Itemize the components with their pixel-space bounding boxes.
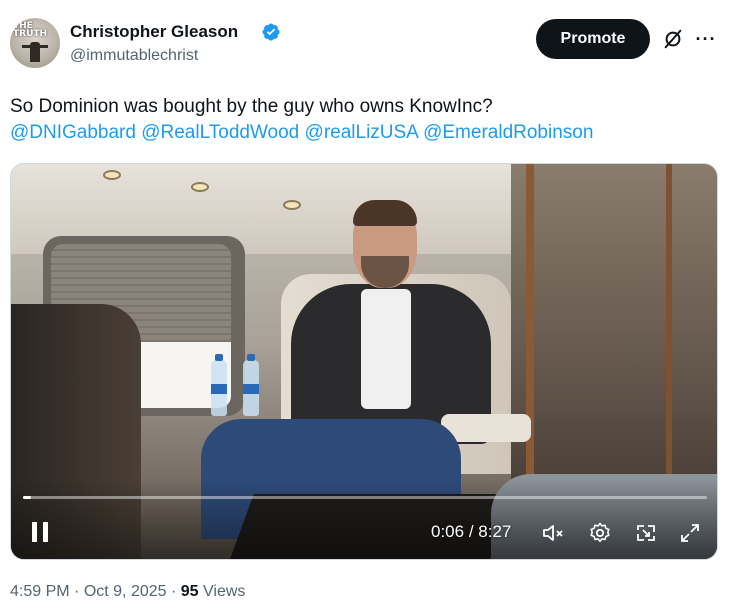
author-handle[interactable]: @immutablechrist [70,47,198,65]
video-elapsed: 0:06 [431,522,465,541]
mention-link[interactable]: @EmeraldRobinson [423,122,593,143]
video-controls-gradient [11,479,717,559]
video-frame-person-shirt [361,289,411,409]
meta-separator: · [69,583,84,600]
pause-icon[interactable] [29,520,51,544]
mute-icon[interactable] [541,521,565,545]
tweet-date[interactable]: Oct 9, 2025 [84,583,167,600]
avatar-logo: THE TRUTH [13,21,48,39]
tweet-text: So Dominion was bought by the guy who ow… [10,96,493,117]
pip-icon[interactable] [634,521,658,545]
cabin-light [191,182,209,192]
mention-link[interactable]: @realLizUSA [305,122,418,143]
author-name[interactable]: Christopher Gleason [70,22,238,42]
fullscreen-icon[interactable] [678,521,702,545]
avatar[interactable]: THE TRUTH [10,18,60,68]
cabin-light [283,200,301,210]
tweet-mentions: @DNIGabbard @RealLToddWood @realLizUSA @… [10,120,593,146]
water-bottle [211,354,227,416]
settings-icon[interactable] [588,521,612,545]
mention-link[interactable]: @RealLToddWood [141,122,299,143]
video-progress-fill [23,496,32,499]
grok-icon[interactable] [662,28,684,50]
video-time: 0:06 / 8:27 [431,522,511,542]
views-label: Views [203,583,246,600]
video-frame-person-hair [353,200,417,226]
cabin-light [103,170,121,180]
mention-link[interactable]: @DNIGabbard [10,122,136,143]
video-time-separator: / [464,522,479,541]
statue-figure [22,42,48,62]
meta-separator: · [166,583,181,600]
tweet-meta: 4:59 PM · Oct 9, 2025 · 95 Views [10,583,245,601]
video-duration: 8:27 [478,522,512,541]
verified-badge-icon [262,23,280,41]
water-bottle [243,354,259,416]
more-icon[interactable]: ··· [694,28,718,50]
views-count: 95 [180,583,199,600]
video-progress-bar[interactable] [23,496,707,499]
video-player[interactable]: 0:06 / 8:27 [10,163,718,560]
tweet-time[interactable]: 4:59 PM [10,583,70,600]
promote-button[interactable]: Promote [536,19,650,59]
